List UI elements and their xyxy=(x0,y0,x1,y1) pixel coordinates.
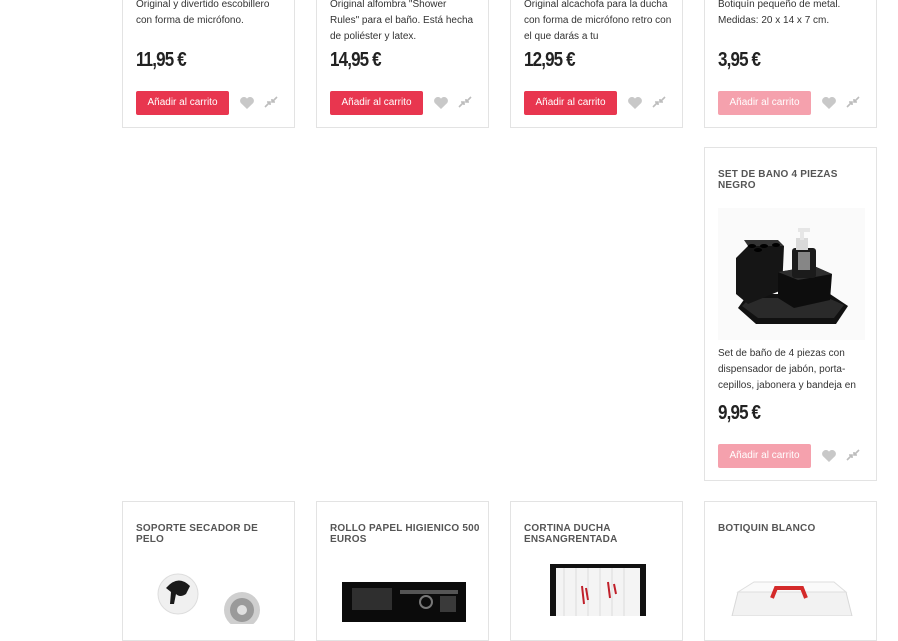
product-description: Set de baño de 4 piezas con dispensador … xyxy=(718,348,856,391)
compare-arrows-icon[interactable] xyxy=(457,95,473,109)
product-card: Original alcachofa para la ducha con for… xyxy=(510,0,683,128)
product-title[interactable]: ROLLO PAPEL HIGIENICO 500 EUROS xyxy=(330,523,480,545)
toilet-paper-image xyxy=(342,582,466,622)
add-to-cart-button[interactable]: Añadir al carrito xyxy=(136,91,229,115)
product-card: Botiquín pequeño de metal. Medidas: 20 x… xyxy=(704,0,877,128)
product-card: ROLLO PAPEL HIGIENICO 500 EUROS xyxy=(316,501,489,641)
product-image[interactable] xyxy=(330,582,477,622)
compare-arrows-icon[interactable] xyxy=(845,95,861,109)
add-to-cart-button[interactable]: Añadir al carrito xyxy=(718,444,811,468)
heart-icon[interactable] xyxy=(821,96,837,110)
compare-arrows-icon[interactable] xyxy=(263,95,279,109)
bath-set-image xyxy=(718,208,865,340)
product-description: Botiquín pequeño de metal. Medidas: 20 x… xyxy=(718,0,841,26)
add-to-cart-button[interactable]: Añadir al carrito xyxy=(524,91,617,115)
product-price: 14,95 € xyxy=(330,49,382,71)
compare-arrows-icon[interactable] xyxy=(845,448,861,462)
hair-dryer-holder-image xyxy=(157,573,260,624)
compare-arrows-icon[interactable] xyxy=(651,95,667,109)
add-to-cart-button[interactable]: Añadir al carrito xyxy=(718,91,811,115)
product-title[interactable]: SOPORTE SECADOR DE PELO xyxy=(136,523,286,545)
product-title[interactable]: BOTIQUIN BLANCO xyxy=(718,523,868,534)
product-title[interactable]: CORTINA DUCHA ENSANGRENTADA xyxy=(524,523,674,545)
product-price: 9,95 € xyxy=(718,402,761,424)
product-price: 3,95 € xyxy=(718,49,761,71)
product-image[interactable] xyxy=(718,208,865,340)
product-card: BOTIQUIN BLANCO xyxy=(704,501,877,641)
product-description: Original alfombra "Shower Rules" para el… xyxy=(330,0,474,42)
product-card: SOPORTE SECADOR DE PELO xyxy=(122,501,295,641)
product-description: Original y divertido escobillero con for… xyxy=(136,0,270,26)
product-image[interactable] xyxy=(718,576,865,616)
product-description: Original alcachofa para la ducha con for… xyxy=(524,0,672,42)
product-card: Original alfombra "Shower Rules" para el… xyxy=(316,0,489,128)
heart-icon[interactable] xyxy=(433,96,449,110)
heart-icon[interactable] xyxy=(627,96,643,110)
white-first-aid-kit-image xyxy=(731,581,853,616)
product-price: 11,95 € xyxy=(136,49,187,71)
heart-icon[interactable] xyxy=(239,96,255,110)
product-card: SET DE BANO 4 PIEZAS NEGRO Set de baño d… xyxy=(704,147,877,481)
product-image[interactable] xyxy=(136,564,283,624)
add-to-cart-button[interactable]: Añadir al carrito xyxy=(330,91,423,115)
product-image[interactable] xyxy=(524,564,671,616)
product-title[interactable]: SET DE BANO 4 PIEZAS NEGRO xyxy=(718,169,868,191)
product-card: CORTINA DUCHA ENSANGRENTADA xyxy=(510,501,683,641)
product-price: 12,95 € xyxy=(524,49,576,71)
product-card: Original y divertido escobillero con for… xyxy=(122,0,295,128)
heart-icon[interactable] xyxy=(821,449,837,463)
bloody-shower-curtain-image xyxy=(550,564,646,616)
